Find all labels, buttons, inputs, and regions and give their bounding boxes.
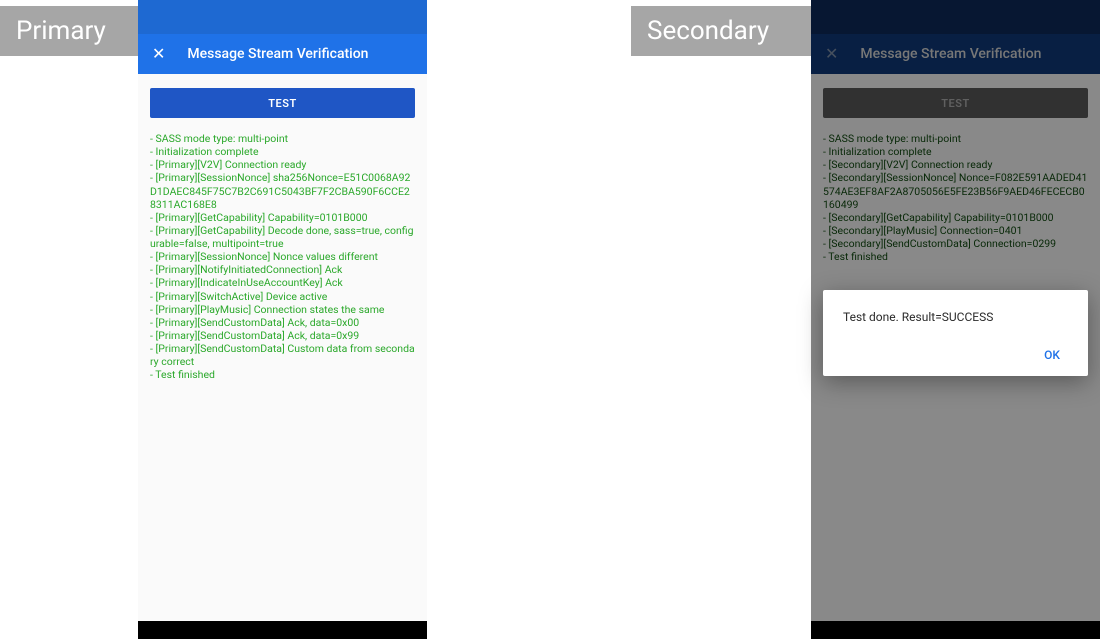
log-line: - Test finished: [150, 368, 415, 381]
secondary-phone: ✕ Message Stream Verification TEST - SAS…: [811, 0, 1100, 639]
log-line: - Initialization complete: [150, 145, 415, 158]
log-line: - [Primary][SendCustomData] Ack, data=0x…: [150, 329, 415, 342]
primary-tag: Primary: [0, 6, 138, 56]
content-area: TEST - SASS mode type: multi-point - Ini…: [138, 74, 427, 621]
log-line: - [Primary][V2V] Connection ready: [150, 158, 415, 171]
log-line: - [Primary][GetCapability] Decode done, …: [150, 224, 415, 250]
result-dialog: Test done. Result=SUCCESS OK: [823, 290, 1088, 376]
log-output: - SASS mode type: multi-point - Initiali…: [150, 132, 415, 381]
log-line: - [Primary][SwitchActive] Device active: [150, 290, 415, 303]
log-line: - [Primary][SessionNonce] sha256Nonce=E5…: [150, 171, 415, 210]
log-line: - [Primary][SendCustomData] Custom data …: [150, 342, 415, 368]
secondary-tag: Secondary: [631, 6, 811, 56]
status-bar: [138, 0, 427, 34]
log-line: - [Primary][IndicateInUseAccountKey] Ack: [150, 276, 415, 289]
app-bar: ✕ Message Stream Verification: [138, 34, 427, 74]
log-line: - [Primary][GetCapability] Capability=01…: [150, 211, 415, 224]
ok-button[interactable]: OK: [1036, 344, 1068, 366]
log-line: - [Primary][NotifyInitiatedConnection] A…: [150, 263, 415, 276]
dialog-actions: OK: [843, 344, 1068, 366]
close-icon[interactable]: ✕: [152, 46, 165, 62]
test-button[interactable]: TEST: [150, 88, 415, 118]
log-line: - [Primary][SessionNonce] Nonce values d…: [150, 250, 415, 263]
log-line: - SASS mode type: multi-point: [150, 132, 415, 145]
primary-phone: ✕ Message Stream Verification TEST - SAS…: [138, 0, 427, 639]
app-title: Message Stream Verification: [187, 46, 368, 62]
dialog-message: Test done. Result=SUCCESS: [843, 310, 1068, 324]
log-line: - [Primary][SendCustomData] Ack, data=0x…: [150, 316, 415, 329]
log-line: - [Primary][PlayMusic] Connection states…: [150, 303, 415, 316]
nav-bar: [138, 621, 427, 639]
